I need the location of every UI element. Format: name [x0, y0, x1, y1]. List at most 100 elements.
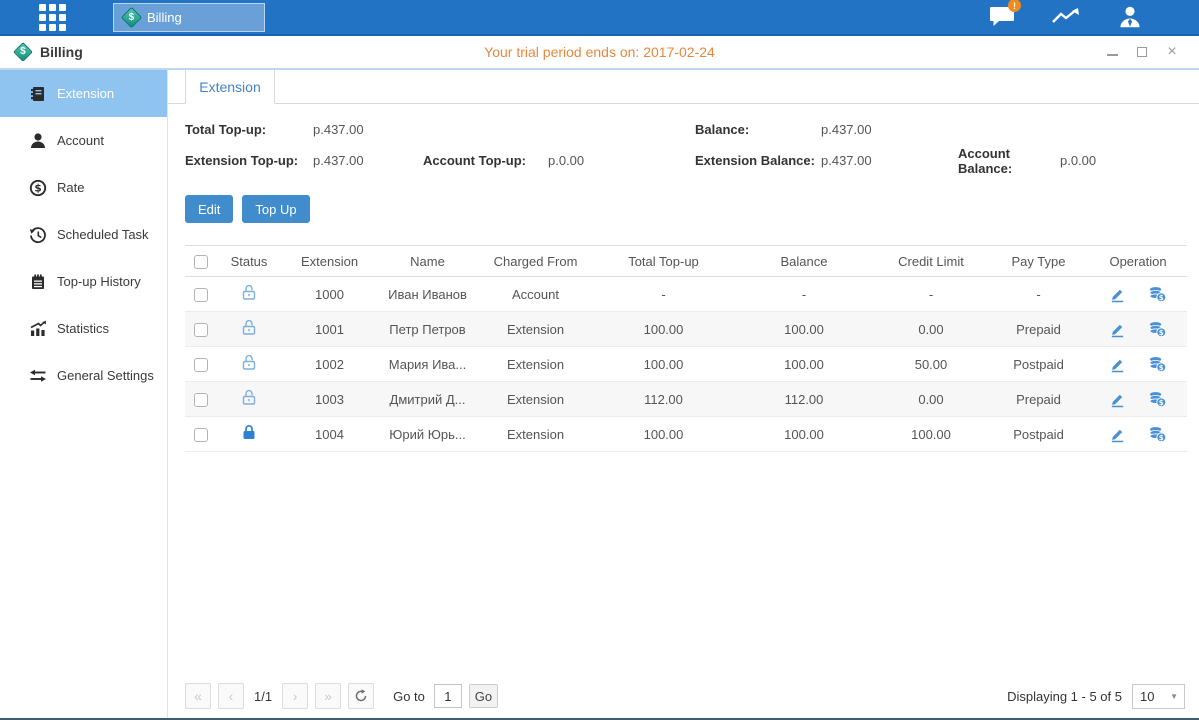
topup-coins-icon[interactable]: $: [1148, 285, 1167, 303]
refresh-button[interactable]: [348, 683, 374, 709]
row-checkbox[interactable]: [194, 358, 208, 372]
billing-diamond-icon: $: [121, 6, 142, 27]
go-button[interactable]: Go: [469, 684, 498, 708]
minimize-icon: [1107, 54, 1118, 56]
cell-pay-type: Prepaid: [988, 382, 1089, 417]
balance-label: Balance:: [695, 122, 821, 137]
edit-pencil-icon[interactable]: [1109, 356, 1126, 373]
action-buttons: Edit Top Up: [185, 195, 1185, 223]
pagination-bar: « ‹ 1/1 › » Go to Go Displaying 1 - 5 of…: [185, 683, 1185, 718]
reports-button[interactable]: [1049, 3, 1083, 31]
select-all-checkbox[interactable]: [194, 255, 208, 269]
edit-button[interactable]: Edit: [185, 195, 233, 223]
row-checkbox[interactable]: [194, 393, 208, 407]
tab-strip: Extension: [168, 70, 1199, 104]
open-app-tab-billing[interactable]: $ Billing: [113, 3, 265, 32]
table-row: 1001 Петр Петров Extension 100.00 100.00…: [185, 312, 1187, 347]
minimize-button[interactable]: [1105, 45, 1119, 59]
cell-extension: 1001: [282, 312, 377, 347]
sidebar-item-label: Rate: [57, 180, 84, 195]
cell-name: Юрий Юрь...: [377, 417, 478, 452]
topup-coins-icon[interactable]: $: [1148, 355, 1167, 373]
statistics-icon: [29, 320, 47, 338]
balance-summary: Total Top-up: p.437.00 Balance: p.437.00…: [185, 104, 1185, 176]
sidebar: Extension Account $ Rate: [0, 70, 168, 718]
sidebar-item-label: Statistics: [57, 321, 109, 336]
window-controls: ×: [1105, 45, 1187, 59]
cell-charged-from: Extension: [478, 382, 593, 417]
sidebar-item-general-settings[interactable]: General Settings: [0, 352, 167, 399]
row-checkbox[interactable]: [194, 323, 208, 337]
topup-coins-icon[interactable]: $: [1148, 320, 1167, 338]
cell-total-topup: 100.00: [593, 347, 734, 382]
row-checkbox[interactable]: [194, 428, 208, 442]
total-topup-value: p.437.00: [313, 122, 423, 137]
apps-menu-button[interactable]: [0, 0, 105, 34]
maximize-button[interactable]: [1135, 45, 1149, 59]
cell-extension: 1003: [282, 382, 377, 417]
prev-page-button[interactable]: ‹: [218, 683, 244, 709]
main-panel: Extension Total Top-up: p.437.00 Balance…: [168, 70, 1199, 718]
extension-balance-value: p.437.00: [821, 153, 958, 168]
edit-pencil-icon[interactable]: [1109, 426, 1126, 443]
cell-name: Иван Иванов: [377, 277, 478, 312]
edit-pencil-icon[interactable]: [1109, 321, 1126, 338]
general-settings-icon: [29, 367, 47, 385]
page-size-select[interactable]: 10 ▼: [1132, 684, 1185, 709]
extension-icon: [29, 85, 47, 103]
goto-page-input[interactable]: [434, 684, 462, 708]
last-page-button[interactable]: »: [315, 683, 341, 709]
first-page-button[interactable]: «: [185, 683, 211, 709]
table-row: 1003 Дмитрий Д... Extension 112.00 112.0…: [185, 382, 1187, 417]
sidebar-item-label: Extension: [57, 86, 114, 101]
edit-pencil-icon[interactable]: [1109, 391, 1126, 408]
cell-balance: 100.00: [734, 347, 874, 382]
cell-credit-limit: 0.00: [874, 382, 988, 417]
sidebar-item-account[interactable]: Account: [0, 117, 167, 164]
topup-coins-icon[interactable]: $: [1148, 390, 1167, 408]
next-page-button[interactable]: ›: [282, 683, 308, 709]
sidebar-item-statistics[interactable]: Statistics: [0, 305, 167, 352]
tab-extension[interactable]: Extension: [185, 70, 275, 104]
col-operation: Operation: [1089, 246, 1187, 277]
col-credit-limit: Credit Limit: [874, 246, 988, 277]
top-up-button[interactable]: Top Up: [242, 195, 309, 223]
sidebar-item-label: Account: [57, 133, 104, 148]
svg-text:$: $: [1158, 363, 1163, 372]
col-extension: Extension: [282, 246, 377, 277]
cell-credit-limit: 100.00: [874, 417, 988, 452]
cell-pay-type: Postpaid: [988, 417, 1089, 452]
window-title: Billing: [40, 44, 83, 60]
topup-history-icon: [29, 273, 47, 291]
edit-pencil-icon[interactable]: [1109, 286, 1126, 303]
col-name: Name: [377, 246, 478, 277]
status-lock-icon: [241, 289, 257, 304]
col-status: Status: [216, 246, 282, 277]
user-menu-button[interactable]: [1113, 3, 1147, 31]
cell-balance: 100.00: [734, 312, 874, 347]
cell-name: Дмитрий Д...: [377, 382, 478, 417]
cell-extension: 1000: [282, 277, 377, 312]
sidebar-item-rate[interactable]: $ Rate: [0, 164, 167, 211]
sidebar-item-topup-history[interactable]: Top-up History: [0, 258, 167, 305]
cell-name: Мария Ива...: [377, 347, 478, 382]
chevron-down-icon: ▼: [1170, 692, 1184, 701]
user-icon: [1118, 5, 1142, 29]
cell-total-topup: 100.00: [593, 417, 734, 452]
row-checkbox[interactable]: [194, 288, 208, 302]
sidebar-item-extension[interactable]: Extension: [0, 70, 167, 117]
close-button[interactable]: ×: [1165, 45, 1179, 59]
account-balance-value: p.0.00: [1060, 153, 1185, 168]
cell-balance: 112.00: [734, 382, 874, 417]
account-icon: [29, 132, 47, 150]
status-lock-icon: [241, 429, 257, 444]
svg-text:$: $: [1158, 433, 1163, 442]
messages-button[interactable]: !: [985, 3, 1019, 31]
goto-label: Go to: [393, 689, 425, 704]
cell-name: Петр Петров: [377, 312, 478, 347]
table-row: 1004 Юрий Юрь... Extension 100.00 100.00…: [185, 417, 1187, 452]
notification-badge: !: [1008, 0, 1021, 12]
sidebar-item-scheduled-task[interactable]: Scheduled Task: [0, 211, 167, 258]
topup-coins-icon[interactable]: $: [1148, 425, 1167, 443]
svg-text:$: $: [34, 182, 41, 194]
